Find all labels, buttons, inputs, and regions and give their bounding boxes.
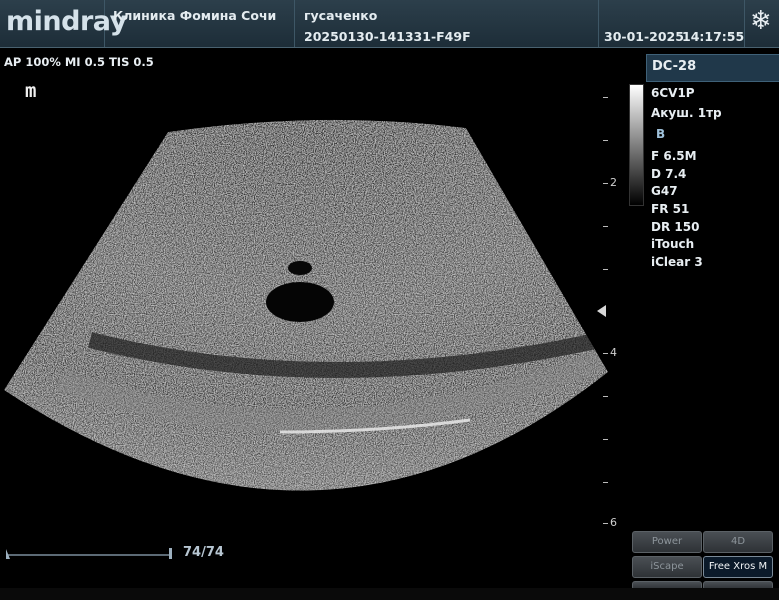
logo-cell: mindray: [0, 0, 127, 47]
depth-tick: [603, 269, 608, 270]
itouch-param: iTouch: [651, 237, 695, 251]
exam-preset: Акуш. 1тр: [651, 106, 722, 120]
exam-date: 30-01-2025: [604, 29, 684, 44]
patient-cell: гусаченко 20250130-141331-F49F: [294, 0, 599, 47]
depth-tick: [603, 482, 608, 483]
depth-param: D 7.4: [651, 167, 687, 181]
patient-name: гусаченко: [304, 8, 378, 23]
depth-tick: [603, 439, 608, 440]
iscape-button[interactable]: iScape: [632, 556, 702, 578]
clinic-cell: Клиника Фомина Сочи: [104, 0, 295, 47]
sector-scan: [4, 119, 608, 491]
gestational-sac: [266, 282, 334, 322]
cine-start-handle[interactable]: [6, 549, 10, 559]
frame-rate-param: FR 51: [651, 202, 690, 216]
depth-tick: [603, 353, 608, 354]
cine-frame-counter: 74/74: [183, 545, 224, 560]
snowflake-icon[interactable]: ❄: [750, 8, 772, 34]
frequency-param: F 6.5M: [651, 149, 697, 163]
cine-end-handle[interactable]: [169, 548, 172, 559]
iclear-param: iClear 3: [651, 255, 703, 269]
yolk-sac: [288, 261, 312, 275]
cine-slider[interactable]: [4, 546, 174, 560]
bottom-strip: [0, 588, 779, 600]
dynamic-range-param: DR 150: [651, 220, 700, 234]
gain-param: G47: [651, 184, 678, 198]
depth-label-2: 2: [610, 176, 617, 189]
power-button[interactable]: Power: [632, 531, 702, 553]
depth-tick: [603, 140, 608, 141]
depth-label-6: 6: [610, 516, 617, 529]
mode-label: B: [656, 127, 666, 141]
depth-label-4: 4: [610, 346, 617, 359]
4d-button[interactable]: 4D: [703, 531, 773, 553]
probe-name: 6CV1P: [651, 86, 695, 100]
depth-tick: [603, 97, 608, 98]
free-xros-m-button[interactable]: Free Xros M: [703, 556, 773, 578]
grayscale-bar: [629, 84, 644, 206]
acoustic-output-params: AP 100% MI 0.5 TIS 0.5: [4, 55, 154, 69]
depth-tick: [603, 226, 608, 227]
exam-id: 20250130-141331-F49F: [304, 29, 471, 44]
depth-tick: [603, 523, 608, 524]
system-label-box: DC-28: [646, 54, 779, 82]
datetime-cell: 30-01-2025 14:17:55: [598, 0, 745, 47]
header-bar: mindray Клиника Фомина Сочи гусаченко 20…: [0, 0, 779, 48]
depth-tick: [603, 183, 608, 184]
clinic-name: Клиника Фомина Сочи: [113, 8, 277, 23]
ultrasound-image[interactable]: [0, 70, 640, 540]
exam-time: 14:17:55: [682, 29, 745, 44]
depth-tick: [603, 396, 608, 397]
system-name: DC-28: [652, 59, 697, 74]
focus-marker-icon[interactable]: [597, 305, 606, 317]
